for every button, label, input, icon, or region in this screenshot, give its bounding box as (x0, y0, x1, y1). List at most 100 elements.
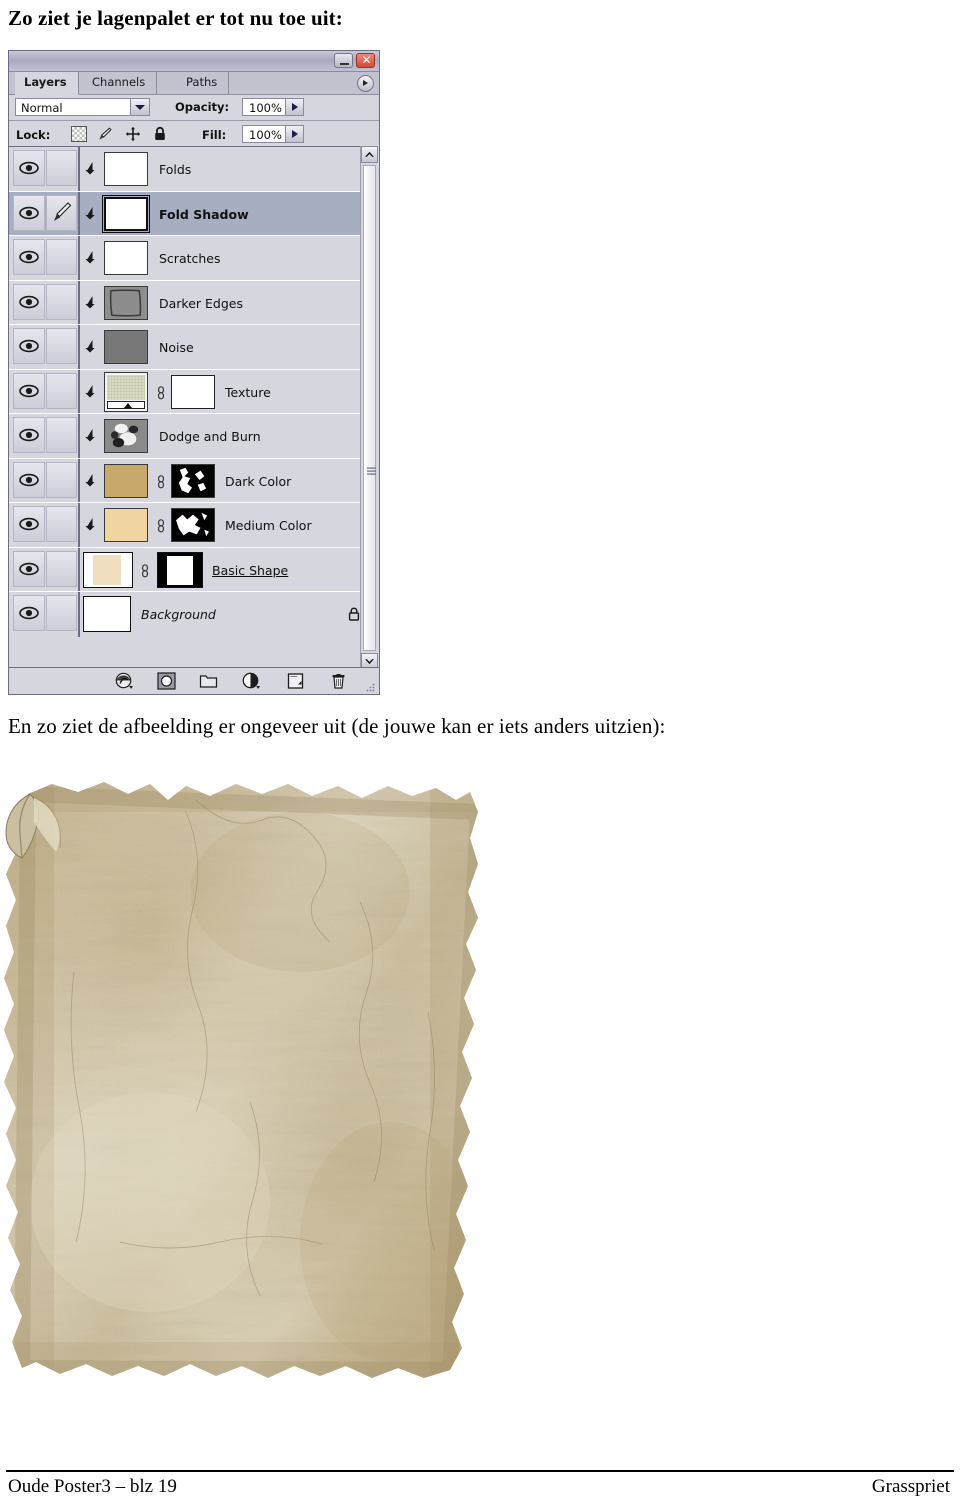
minimize-icon (340, 63, 349, 65)
table-row[interactable]: Folds (9, 147, 379, 192)
tab-paths[interactable]: Paths (177, 72, 230, 94)
visibility-toggle[interactable] (13, 239, 45, 275)
fill-stepper-button[interactable] (285, 126, 303, 142)
blend-mode-dropdown-button[interactable] (130, 99, 149, 115)
column-divider (78, 280, 80, 324)
column-divider (78, 414, 80, 458)
layer-list-scrollbar[interactable] (360, 146, 379, 670)
trash-icon[interactable] (329, 672, 348, 690)
clipping-mask-arrow-icon (85, 384, 95, 397)
link-toggle[interactable] (46, 328, 77, 364)
table-row[interactable]: Fold Shadow (9, 191, 379, 236)
link-toggle[interactable] (46, 506, 77, 542)
visibility-toggle[interactable] (13, 461, 45, 498)
table-row[interactable]: Basic Shape (9, 547, 379, 592)
footer-divider (6, 1470, 954, 1472)
panel-menu-button[interactable] (357, 75, 374, 92)
palette-titlebar[interactable]: ✕ (9, 51, 379, 72)
layer-name: Dark Color (225, 473, 292, 489)
folder-icon[interactable] (199, 672, 218, 690)
table-row[interactable]: Dodge and Burn (9, 414, 379, 459)
layer-thumbnail[interactable] (104, 241, 148, 275)
layer-list[interactable]: Folds Fold Shadow Scratches Darker Edges… (9, 146, 379, 671)
mask-link-icon[interactable] (156, 385, 166, 400)
eye-icon (19, 339, 39, 353)
layer-name: Dodge and Burn (159, 429, 261, 444)
checkerboard-icon[interactable] (71, 126, 87, 142)
layer-thumbnail[interactable] (83, 551, 133, 588)
resize-grip-icon[interactable] (366, 682, 375, 692)
close-button[interactable]: ✕ (356, 53, 375, 68)
link-toggle[interactable] (46, 461, 77, 498)
visibility-toggle[interactable] (13, 150, 45, 186)
table-row[interactable]: Darker Edges (9, 280, 379, 325)
visibility-toggle[interactable] (13, 550, 45, 587)
visibility-toggle[interactable] (13, 283, 45, 320)
visibility-toggle[interactable] (13, 506, 45, 542)
table-row[interactable]: Scratches (9, 236, 379, 281)
pattern-scale-bar (107, 400, 145, 409)
vector-mask-thumbnail[interactable] (157, 551, 203, 588)
clipping-mask-arrow-icon (85, 206, 95, 219)
scroll-up-button[interactable] (361, 146, 378, 163)
tab-channels[interactable]: Channels (83, 72, 158, 94)
scrollbar-track[interactable] (363, 165, 376, 651)
layer-thumbnail[interactable] (104, 419, 148, 453)
layer-thumbnail[interactable] (104, 508, 148, 542)
palette-bottom-toolbar (9, 667, 379, 694)
link-toggle[interactable] (46, 239, 77, 275)
link-toggle[interactable] (46, 150, 77, 186)
brush-icon[interactable] (97, 126, 113, 142)
link-toggle[interactable] (46, 372, 77, 409)
fill-input[interactable]: 100% (242, 125, 304, 143)
tab-layers[interactable]: Layers (15, 72, 79, 95)
link-toggle[interactable] (46, 550, 77, 587)
layer-thumbnail[interactable] (104, 285, 148, 320)
fx-circle-icon[interactable] (115, 672, 134, 690)
footer-left-text: Oude Poster3 – blz 19 (8, 1476, 177, 1497)
layer-thumbnail[interactable] (102, 194, 150, 233)
blend-mode-select[interactable]: Normal (15, 98, 150, 116)
layer-thumbnail[interactable] (83, 596, 131, 632)
layer-thumbnail[interactable] (104, 330, 148, 364)
layer-thumbnail[interactable] (104, 371, 148, 412)
panel-menu-icon (363, 80, 368, 86)
visibility-toggle[interactable] (13, 194, 45, 231)
opacity-input[interactable]: 100% (242, 98, 304, 116)
mask-link-icon[interactable] (140, 563, 150, 578)
link-toggle[interactable] (46, 283, 77, 320)
padlock-icon[interactable] (152, 126, 168, 142)
move-cross-icon[interactable] (125, 126, 141, 142)
visibility-toggle[interactable] (13, 372, 45, 409)
table-row[interactable]: Texture (9, 369, 379, 414)
minimize-button[interactable] (334, 53, 353, 68)
visibility-toggle[interactable] (13, 595, 45, 631)
table-row[interactable]: Noise (9, 325, 379, 370)
visibility-toggle[interactable] (13, 328, 45, 364)
layer-mask-thumbnail[interactable] (171, 374, 215, 409)
new-layer-icon[interactable] (286, 672, 305, 690)
table-row[interactable]: Background (9, 592, 379, 637)
mask-link-icon[interactable] (156, 474, 166, 489)
column-divider (78, 458, 80, 502)
blend-opacity-row: Normal Opacity: 100% (9, 95, 379, 121)
pattern-scale-marker-icon (124, 402, 132, 408)
column-divider (78, 236, 80, 280)
half-circle-icon[interactable] (242, 672, 261, 690)
layer-mask-thumbnail[interactable] (171, 508, 215, 542)
active-layer-indicator[interactable] (46, 194, 77, 231)
layer-thumbnail[interactable] (104, 463, 148, 498)
layer-thumbnail[interactable] (104, 152, 148, 186)
layer-mask-thumbnail[interactable] (171, 463, 215, 498)
link-toggle[interactable] (46, 595, 77, 631)
column-divider (78, 503, 80, 547)
mask-link-icon[interactable] (156, 519, 166, 533)
padlock-icon (348, 607, 360, 621)
table-row[interactable]: Medium Color (9, 503, 379, 548)
link-toggle[interactable] (46, 417, 77, 453)
mask-circle-icon[interactable] (157, 672, 176, 690)
opacity-stepper-button[interactable] (285, 99, 303, 115)
visibility-toggle[interactable] (13, 417, 45, 453)
table-row[interactable]: Dark Color (9, 458, 379, 503)
eye-icon (19, 473, 39, 486)
